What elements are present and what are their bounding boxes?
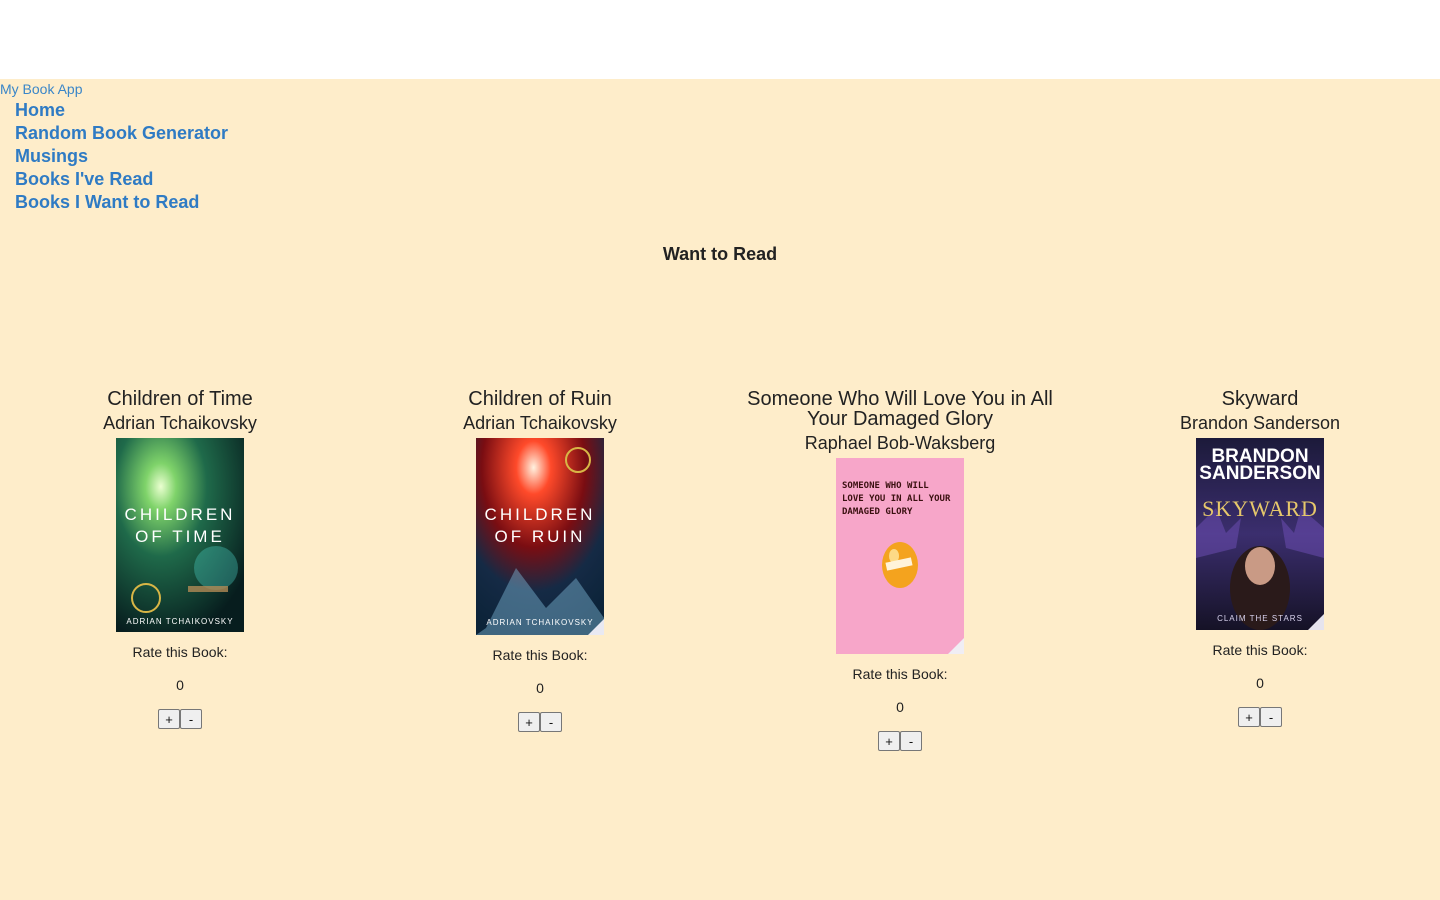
page-title: Want to Read [662,244,778,264]
book-card: Children of Time Adrian Tchaikovsky CHIL… [0,389,360,729]
rating-controls: + - [720,731,1080,751]
rating-decrease-button[interactable]: - [1260,707,1282,727]
rate-label: Rate this Book: [852,666,948,682]
brand-link[interactable]: My Book App [0,80,83,98]
rating-controls: + - [1080,707,1440,727]
rating-decrease-button[interactable]: - [180,709,202,729]
rating-value: 0 [176,677,184,693]
rating-increase-button[interactable]: + [878,731,900,751]
main-nav: Home Random Book Generator Musings Books… [15,99,228,214]
rating-value: 0 [536,680,544,696]
book-title: Someone Who Will Love You in All Your Da… [747,388,1053,430]
nav-item-musings[interactable]: Musings [15,145,228,168]
book-card: Children of Ruin Adrian Tchaikovsky CHIL… [360,389,720,732]
rating-controls: + - [360,712,720,732]
rating-increase-button[interactable]: + [518,712,540,732]
book-title: Skyward [1221,388,1299,410]
rating-decrease-button[interactable]: - [900,731,922,751]
book-cover-image: SOMEONE WHO WILL LOVE YOU IN ALL YOUR DAMA… [836,458,964,654]
book-cover-image: BRANDON SANDERSON SKYWARD CLAIM THE STARS [1196,438,1324,630]
book-author: Adrian Tchaikovsky [463,413,617,433]
rating-value: 0 [896,699,904,715]
nav-item-books-want-to-read[interactable]: Books I Want to Read [15,191,228,214]
book-card: Someone Who Will Love You in All Your Da… [720,389,1080,751]
nav-item-books-read[interactable]: Books I've Read [15,168,228,191]
rating-increase-button[interactable]: + [1238,707,1260,727]
nav-item-random-book-generator[interactable]: Random Book Generator [15,122,228,145]
book-cover-image: CHILDREN OF TIME ADRIAN TCHAIKOVSKY [116,438,244,632]
rating-controls: + - [0,709,360,729]
rate-label: Rate this Book: [1212,642,1308,658]
rating-increase-button[interactable]: + [158,709,180,729]
nav-item-home[interactable]: Home [15,99,228,122]
book-cover-image: CHILDREN OF RUIN ADRIAN TCHAIKOVSKY [476,438,604,635]
rating-value: 0 [1256,675,1264,691]
book-author: Adrian Tchaikovsky [103,413,257,433]
book-title: Children of Ruin [468,388,612,410]
book-card: Skyward Brandon Sanderson BRANDON SANDERS… [1080,389,1440,727]
rate-label: Rate this Book: [492,647,588,663]
rating-decrease-button[interactable]: - [540,712,562,732]
rate-label: Rate this Book: [132,644,228,660]
book-author: Brandon Sanderson [1179,413,1341,433]
book-author: Raphael Bob-Waksberg [804,433,996,453]
book-title: Children of Time [107,388,253,410]
